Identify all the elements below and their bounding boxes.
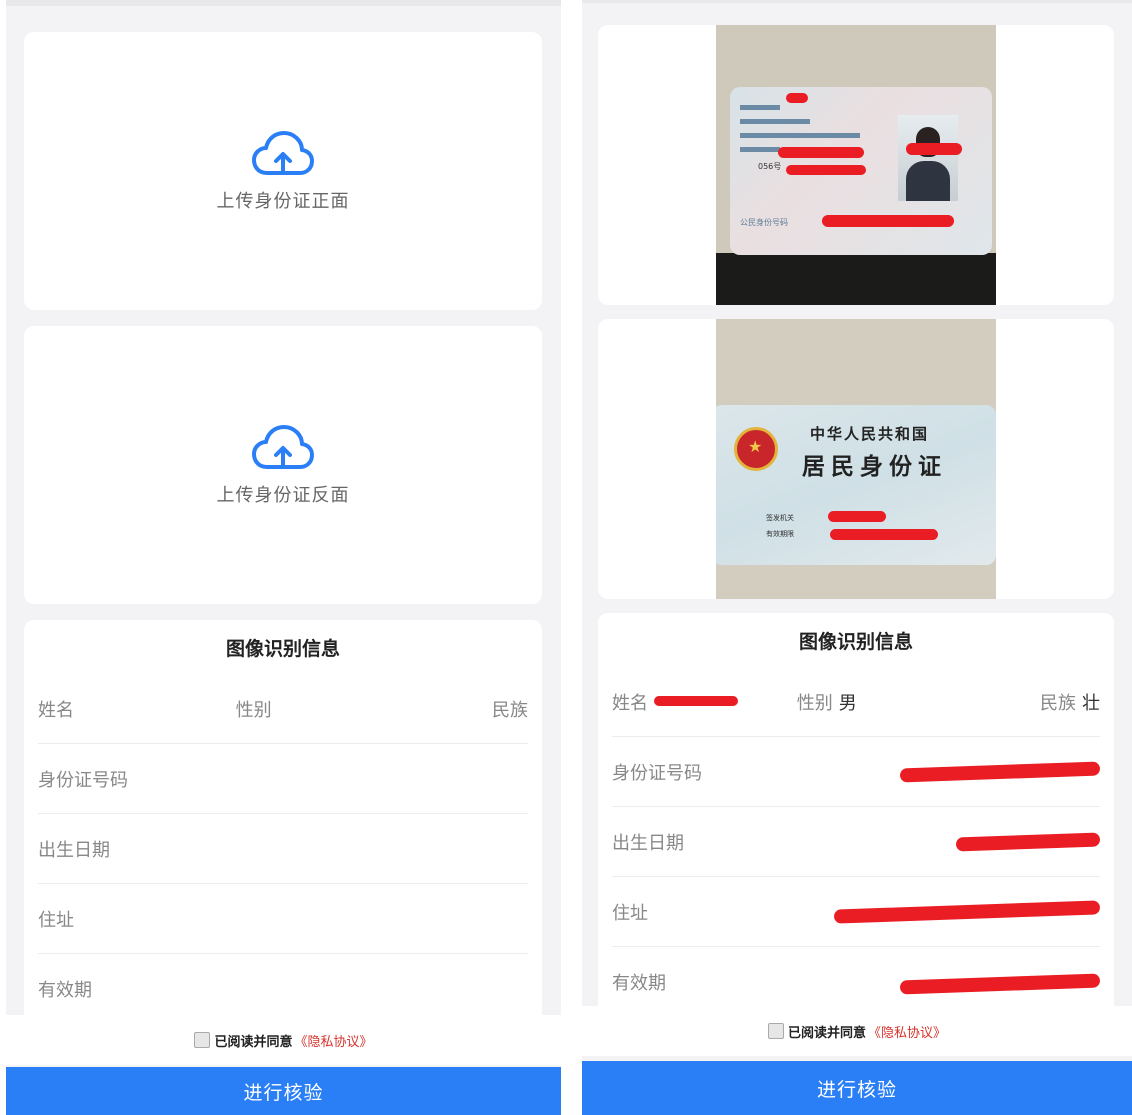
address-label: 住址 (612, 903, 648, 924)
address-row: 住址 (38, 884, 528, 954)
id-number-row: 身份证号码 (38, 744, 528, 814)
ethnicity-label: 民族 (492, 700, 528, 721)
upload-back-card[interactable]: 上传身份证反面 (24, 326, 542, 604)
id-number-label: 身份证号码 (38, 770, 128, 791)
gender-label: 性别 (796, 693, 833, 714)
card-text-line (740, 119, 810, 124)
agree-checkbox[interactable] (767, 1023, 784, 1039)
name-gender-ethnicity-row: 姓名 性别男 民族壮 (612, 667, 1100, 737)
birth-date-row: 出生日期 (612, 807, 1101, 877)
name-field: 姓名 (612, 689, 648, 715)
redaction-mark (786, 165, 866, 175)
gender-value: 男 (838, 693, 857, 714)
id-card-front: 056号 公民身份号码 (730, 87, 992, 255)
gender-label: 性别 (235, 700, 272, 721)
agreement-row: 已阅读并同意 《隐私协议》 (6, 1015, 561, 1065)
validity-row: 有效期 (38, 954, 528, 1024)
redaction-mark (786, 93, 808, 103)
name-redaction (654, 696, 738, 706)
validity-label: 有效期 (38, 980, 92, 1001)
id-number-label: 身份证号码 (612, 763, 702, 784)
photo-dark-background (716, 253, 996, 305)
agree-text: 已阅读并同意 (787, 1025, 866, 1041)
verify-button[interactable]: 进行核验 (582, 1061, 1132, 1115)
redaction-mark (828, 511, 886, 522)
birth-date-row: 出生日期 (38, 814, 528, 884)
card-address-suffix: 056号 (758, 162, 782, 171)
cloud-upload-icon (251, 423, 315, 473)
left-screen: 上传身份证正面 上传身份证反面 图像识别信息 姓名 性别 民族 身份证号码 出生… (6, 0, 561, 1115)
address-redaction (833, 900, 1101, 924)
recognition-info-card: 图像识别信息 姓名 性别 民族 身份证号码 出生日期 住址 有效期 (24, 620, 542, 1020)
top-divider (6, 0, 561, 6)
redaction-mark (822, 215, 954, 227)
card-text-line (740, 105, 780, 110)
birth-date-redaction (955, 832, 1101, 852)
agreement-row: 已阅读并同意 《隐私协议》 (582, 1006, 1132, 1056)
front-photo-card[interactable]: 056号 公民身份号码 (598, 25, 1114, 305)
privacy-link[interactable]: 《隐私协议》 (868, 1022, 946, 1041)
card-text-line (740, 133, 860, 138)
upload-back-label: 上传身份证反面 (216, 485, 350, 506)
agree-text: 已阅读并同意 (214, 1034, 293, 1050)
validity-card-label: 有效期限 (766, 530, 794, 538)
right-screen: 056号 公民身份号码 ★ 中华人民共和国 居民身份证 签发机关 有效期限 图像… (582, 0, 1132, 1115)
redaction-mark (778, 147, 864, 158)
ethnicity-label: 民族 (1040, 693, 1076, 714)
verify-button[interactable]: 进行核验 (6, 1067, 561, 1115)
portrait-body (906, 161, 950, 201)
ethnicity-field: 民族壮 (1040, 689, 1100, 715)
upload-front-card[interactable]: 上传身份证正面 (24, 32, 542, 310)
name-gender-ethnicity-row: 姓名 性别 民族 (38, 674, 528, 744)
name-label: 姓名 (612, 693, 648, 714)
national-emblem-icon: ★ (734, 427, 778, 471)
issuer-label: 签发机关 (766, 514, 794, 522)
id-front-photo: 056号 公民身份号码 (716, 25, 996, 305)
birth-date-label: 出生日期 (38, 840, 110, 861)
validity-label: 有效期 (612, 973, 666, 994)
upload-front-label: 上传身份证正面 (216, 191, 350, 212)
cloud-upload-icon (251, 129, 315, 179)
privacy-link[interactable]: 《隐私协议》 (295, 1031, 373, 1050)
country-title: 中华人民共和国 (810, 425, 930, 443)
id-number-redaction (899, 761, 1101, 783)
agree-checkbox[interactable] (194, 1032, 211, 1048)
validity-redaction (899, 973, 1101, 995)
redaction-mark (830, 529, 938, 540)
recognition-info-card: 图像识别信息 姓名 性别男 民族壮 身份证号码 出生日期 住址 有效期 (598, 613, 1114, 1013)
redaction-mark (906, 143, 962, 155)
ethnicity-value: 壮 (1082, 693, 1100, 714)
card-text-line (740, 147, 780, 152)
info-title: 图像识别信息 (798, 631, 913, 653)
card-portrait (898, 115, 958, 201)
birth-date-label: 出生日期 (612, 833, 684, 854)
top-divider (582, 0, 1132, 3)
card-id-label: 公民身份号码 (740, 218, 788, 227)
id-back-photo: ★ 中华人民共和国 居民身份证 签发机关 有效期限 (716, 319, 996, 599)
card-title: 居民身份证 (802, 453, 947, 480)
address-label: 住址 (38, 910, 74, 931)
id-card-back: ★ 中华人民共和国 居民身份证 签发机关 有效期限 (716, 405, 996, 565)
back-photo-card[interactable]: ★ 中华人民共和国 居民身份证 签发机关 有效期限 (598, 319, 1114, 599)
name-label: 姓名 (38, 700, 74, 721)
id-number-row: 身份证号码 (612, 737, 1101, 807)
info-title: 图像识别信息 (225, 638, 340, 660)
gender-field: 性别男 (797, 689, 857, 715)
address-row: 住址 (612, 877, 1101, 947)
